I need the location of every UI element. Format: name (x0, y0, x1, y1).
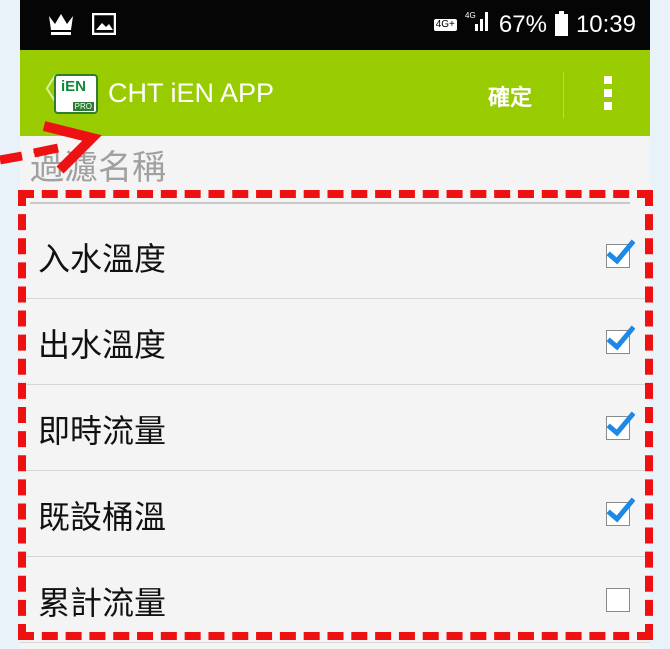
list-item-label: 既設桶溫 (38, 498, 167, 536)
action-divider (563, 72, 564, 118)
list-item-label: 出水溫度 (38, 326, 167, 364)
signal-icon: 4G (465, 10, 491, 39)
list-item[interactable]: 累計流量 (20, 556, 650, 643)
action-bar: 〈 iEN PRO CHT iEN APP 確定 (20, 50, 650, 136)
annotation-arrow-icon (0, 121, 102, 174)
list-item-label: 入水溫度 (38, 240, 167, 278)
list-item[interactable]: 入水溫度 (20, 212, 650, 299)
status-bar: 4G+ 4G 67% 10:39 (20, 0, 650, 50)
logo-badge: PRO (72, 102, 94, 111)
app-logo[interactable]: iEN PRO (54, 74, 98, 114)
checkmark-icon (606, 325, 635, 351)
confirm-button[interactable]: 確定 (488, 80, 532, 112)
checkmark-icon (606, 497, 635, 523)
list-item-label: 累計流量 (38, 584, 167, 622)
checkmark-icon (606, 239, 635, 265)
network-type-badge: 4G+ (433, 18, 457, 31)
signal-label: 4G (465, 11, 476, 20)
battery-icon (554, 10, 568, 36)
list-item-label: 即時流量 (38, 412, 167, 450)
battery-percent: 67% (498, 10, 547, 38)
app-title: CHT iEN APP (108, 78, 275, 108)
checkbox-checked[interactable] (606, 239, 635, 268)
filter-field (30, 146, 630, 204)
crown-icon (48, 12, 74, 40)
filter-name-input[interactable] (30, 146, 630, 188)
checkbox-unchecked[interactable] (606, 588, 630, 612)
list-item[interactable]: 既設桶溫 (20, 470, 650, 557)
checkbox-checked[interactable] (606, 497, 635, 526)
checkbox-checked[interactable] (606, 411, 635, 440)
logo-text: iEN (61, 78, 87, 95)
filter-underline (30, 202, 630, 204)
checkmark-icon (606, 411, 635, 437)
list-item[interactable]: 出水溫度 (20, 298, 650, 385)
image-icon (91, 12, 117, 39)
list-item[interactable]: 即時流量 (20, 384, 650, 471)
checkbox-checked[interactable] (606, 325, 635, 354)
phone-screen: 4G+ 4G 67% 10:39 〈 iEN PRO CHT iEN APP 確… (20, 0, 650, 649)
clock: 10:39 (575, 10, 636, 38)
overflow-menu-icon[interactable] (604, 76, 612, 112)
